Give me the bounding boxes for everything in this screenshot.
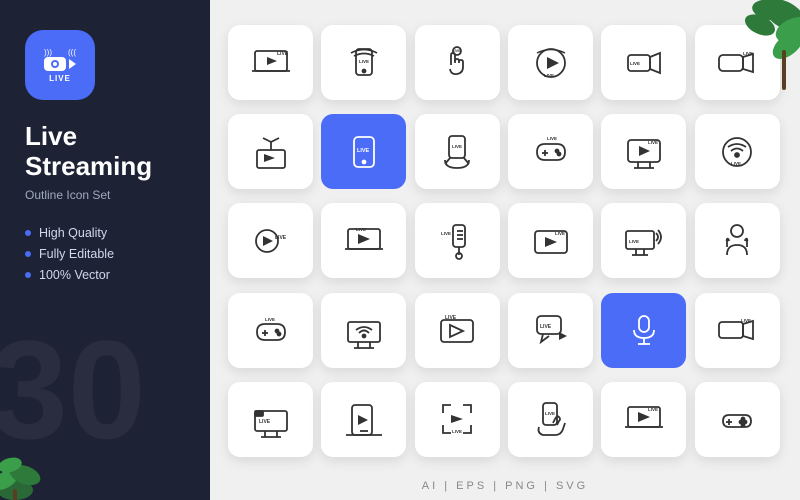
icon-gamepad-small — [695, 382, 780, 457]
svg-text:LIVE: LIVE — [356, 227, 366, 232]
svg-text:LIVE: LIVE — [629, 239, 639, 244]
bg-number: 30 — [0, 320, 146, 460]
svg-text:LIVE: LIVE — [741, 318, 751, 323]
camera-row — [44, 57, 76, 71]
icon-laptop-play-live: LIVE — [601, 382, 686, 457]
icon-laptop-live: LIVE — [228, 25, 313, 100]
svg-text:LIVE: LIVE — [357, 148, 370, 154]
icons-grid: LIVE LIVE — [228, 25, 782, 465]
feature-label-1: High Quality — [39, 226, 107, 240]
live-tag-icon: LIVE — [49, 74, 71, 83]
icon-bubble-live: LIVE — [508, 293, 593, 368]
camera-body — [44, 57, 66, 71]
icon-phone-live: LIVE — [321, 25, 406, 100]
bullet-1 — [25, 230, 31, 236]
svg-text:LIVE: LIVE — [648, 407, 658, 412]
svg-text:LIVE: LIVE — [277, 51, 289, 57]
svg-text:LIVE: LIVE — [452, 429, 462, 434]
icon-phone-live-blue: LIVE — [321, 114, 406, 189]
icon-phone-thermometer: LIVE — [415, 203, 500, 278]
svg-text:LIVE: LIVE — [452, 48, 461, 53]
app-icon: ))) ((( LIVE — [25, 30, 95, 100]
svg-text:LIVE: LIVE — [359, 59, 369, 64]
feature-1: High Quality — [25, 226, 185, 240]
icon-monitor-broadcast: LIVE — [228, 382, 313, 457]
camera-tail — [69, 59, 76, 69]
icon-microphone-blue — [601, 293, 686, 368]
features-list: High Quality Fully Editable 100% Vector — [25, 226, 185, 282]
svg-text:LIVE: LIVE — [630, 61, 640, 66]
svg-text:LIVE: LIVE — [544, 73, 554, 78]
svg-text:LIVE: LIVE — [648, 140, 658, 145]
svg-text:LIVE: LIVE — [555, 231, 565, 236]
svg-text:LIVE: LIVE — [540, 324, 552, 330]
feature-label-2: Fully Editable — [39, 247, 114, 261]
feature-3: 100% Vector — [25, 268, 185, 282]
icon-live-play-box: LIVE — [415, 293, 500, 368]
bullet-3 — [25, 272, 31, 278]
right-panel: LIVE LIVE — [210, 0, 800, 500]
icon-person-headset — [695, 203, 780, 278]
icon-play-circle-live: LIVE — [228, 203, 313, 278]
main-title: LiveStreaming — [25, 122, 185, 182]
svg-text:LIVE: LIVE — [731, 161, 741, 166]
svg-text:LIVE: LIVE — [259, 419, 271, 425]
wifi-decoration: ))) ((( — [44, 48, 76, 57]
feature-2: Fully Editable — [25, 247, 185, 261]
svg-text:LIVE: LIVE — [452, 144, 462, 149]
icon-rect-play-live: LIVE — [508, 203, 593, 278]
plant-bottom-left-icon — [0, 445, 60, 500]
camera-lens — [51, 60, 59, 68]
icon-laptop-live-2: LIVE — [321, 203, 406, 278]
svg-text:LIVE: LIVE — [545, 411, 555, 416]
svg-text:LIVE: LIVE — [265, 317, 275, 322]
icon-tv-antenna — [228, 114, 313, 189]
svg-text:LIVE: LIVE — [547, 136, 557, 141]
format-bar: AI | EPS | PNG | SVG — [210, 480, 800, 492]
icon-hand-phone-live: LIVE — [415, 114, 500, 189]
icon-gamepad: LIVE — [508, 114, 593, 189]
subtitle: Outline Icon Set — [25, 188, 185, 202]
icon-scan-live: LIVE — [415, 382, 500, 457]
icon-gamepad-live-2: LIVE — [228, 293, 313, 368]
svg-text:LIVE: LIVE — [441, 231, 451, 236]
bullet-2 — [25, 251, 31, 257]
icon-monitor-wifi — [321, 293, 406, 368]
icon-monitor-live: LIVE — [601, 203, 686, 278]
icon-wifi-live: LIVE — [695, 114, 780, 189]
icon-monitor-play: LIVE — [601, 114, 686, 189]
icon-circle-play: LIVE — [508, 25, 593, 100]
plant-top-right-icon — [710, 0, 800, 90]
icon-hand-live: LIVE — [415, 25, 500, 100]
icon-video-camera: LIVE — [601, 25, 686, 100]
left-panel: 30 ))) ((( LIVE LiveStreaming Outline Ic… — [0, 0, 210, 500]
svg-text:LIVE: LIVE — [275, 235, 287, 241]
icon-phone-hand-live-2: LIVE — [508, 382, 593, 457]
icon-camera-live-small: LIVE — [695, 293, 780, 368]
feature-label-3: 100% Vector — [39, 268, 110, 282]
icon-phone-video — [321, 382, 406, 457]
svg-text:LIVE: LIVE — [445, 315, 457, 321]
